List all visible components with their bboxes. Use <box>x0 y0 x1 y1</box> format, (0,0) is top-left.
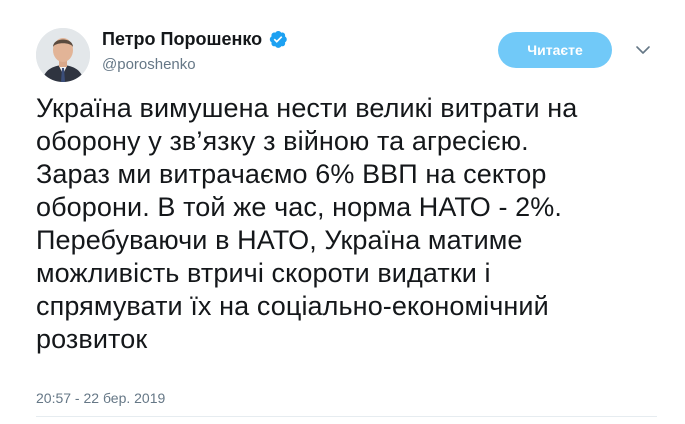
tweet-timestamp[interactable]: 20:57 - 22 бер. 2019 <box>36 389 165 407</box>
profile-photo <box>36 28 90 82</box>
author-display-name[interactable]: Петро Порошенко <box>102 28 262 50</box>
divider <box>36 416 657 417</box>
tweet-text: Україна вимушена нести великі витрати на… <box>36 93 578 354</box>
author-name-row[interactable]: Петро Порошенко <box>102 28 288 50</box>
author-handle[interactable]: @poroshenko <box>102 56 196 74</box>
verified-badge-icon <box>268 29 288 49</box>
chevron-down-icon[interactable] <box>634 41 652 59</box>
avatar[interactable] <box>36 28 90 82</box>
following-button[interactable]: Читаєте <box>498 32 612 68</box>
